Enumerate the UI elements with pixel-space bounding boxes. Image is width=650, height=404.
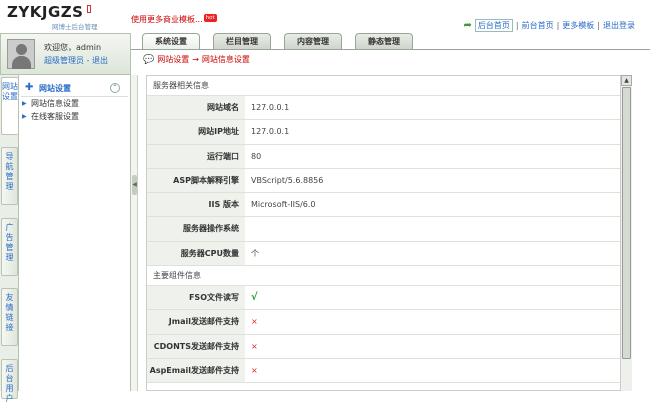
tab-system-settings[interactable]: 系统设置	[142, 33, 200, 50]
triangle-right-icon: ▶	[22, 113, 27, 120]
welcome-text: 欢迎您，admin	[44, 43, 102, 52]
avatar-body-icon	[12, 56, 31, 69]
header: ZYKJGZS 网博士后台管理 使用更多商业模板... hot ➦ 后台首页 | …	[0, 0, 650, 33]
row-label: 运行端口	[147, 144, 245, 168]
logout-link[interactable]: 退出	[92, 56, 108, 65]
separator: |	[515, 21, 519, 30]
table-row: ASP脚本解释引擎 VBScript/5.6.8856	[147, 168, 627, 194]
link-more-templates[interactable]: 更多模板	[562, 20, 594, 31]
row-value: VBScript/5.6.8856	[251, 175, 324, 185]
link-front-home[interactable]: 前台首页	[522, 20, 554, 31]
info-table: 服务器相关信息 网站域名 127.0.0.1 网站IP地址 127.0.0.1 运行…	[146, 75, 628, 391]
link-logout[interactable]: 退出登录	[603, 20, 635, 31]
nav-item-label: 在线客服设置	[31, 112, 79, 121]
table-row: CDONTS发送邮件支持 ×	[147, 334, 627, 359]
separator: |	[597, 21, 600, 30]
nav-item-online-service[interactable]: ▶ 在线客服设置	[19, 110, 130, 123]
row-value: Microsoft-IIS/6.0	[251, 200, 316, 210]
promo-link[interactable]: 使用更多商业模板... hot	[131, 14, 217, 25]
cross-icon: ×	[251, 317, 258, 327]
splitter-grip-icon[interactable]: ◀	[132, 175, 137, 195]
breadcrumb-second: 网站信息设置	[201, 55, 250, 64]
side-tab-ad-management[interactable]: 广告管理	[1, 218, 18, 276]
main-area: 💬 网站设置 → 网站信息设置 服务器相关信息 网站域名 127.0.0.1 网站…	[138, 50, 650, 391]
table-row: 运行端口 80	[147, 144, 627, 169]
section-components-title: 主要组件信息	[147, 266, 627, 287]
logo-subtitle: 网博士后台管理	[52, 23, 98, 31]
row-value: 127.0.0.1	[251, 103, 290, 112]
row-label: 网站IP地址	[147, 120, 245, 144]
table-row: IIS 版本 Microsoft-IIS/6.0	[147, 193, 627, 218]
user-role-line: 超级管理员 - 退出	[44, 56, 108, 65]
side-tab-site-settings[interactable]: 网站设置	[1, 77, 18, 135]
row-value: 个	[251, 248, 259, 258]
row-label: CDONTS发送邮件支持	[147, 334, 245, 358]
nav-header[interactable]: ✚ 网站设置 ⌃	[21, 81, 128, 97]
plus-icon: ✚	[25, 82, 34, 93]
logo: ZYKJGZS	[7, 3, 92, 21]
row-label: AspEmail发送邮件支持	[147, 358, 245, 383]
nav-item-label: 网站信息设置	[31, 99, 79, 108]
table-row: 网站域名 127.0.0.1	[147, 96, 627, 121]
separator: |	[556, 21, 560, 30]
hot-badge: hot	[203, 14, 217, 22]
promo-text[interactable]: 使用更多商业模板...	[131, 15, 203, 24]
nav-title: 网站设置	[39, 84, 71, 93]
side-tab-admin-users[interactable]: 后台用户	[1, 359, 18, 403]
cross-icon: ×	[251, 341, 258, 351]
breadcrumb-first[interactable]: 网站设置	[157, 54, 189, 65]
tab-content-management[interactable]: 内容管理	[284, 33, 342, 49]
main-tabs: 系统设置 栏目管理 内容管理 静态管理	[142, 33, 426, 50]
nav-item-site-info[interactable]: ▶ 网站信息设置	[19, 97, 130, 110]
logo-text: ZYKJGZS	[7, 3, 84, 21]
scrollbar[interactable]: ▲	[620, 75, 632, 391]
scroll-thumb[interactable]	[622, 87, 631, 359]
breadcrumb-arrow: →	[192, 55, 199, 64]
table-row: AspEmail发送邮件支持 ×	[147, 358, 627, 384]
logo-mark-icon	[87, 5, 92, 13]
link-admin-home[interactable]: 后台首页	[474, 19, 513, 32]
check-icon: √	[251, 292, 258, 304]
avatar	[7, 39, 35, 69]
cross-icon: ×	[251, 365, 258, 375]
row-label: Jmail发送邮件支持	[147, 310, 245, 334]
triangle-right-icon: ▶	[22, 100, 27, 107]
table-row: 网站IP地址 127.0.0.1	[147, 120, 627, 145]
top-links: ➦ 后台首页 | 前台首页 | 更多模板 | 退出登录	[463, 19, 635, 32]
row-value: 80	[251, 151, 262, 161]
speech-bubble-icon: 💬	[143, 54, 155, 65]
table-row: FSO文件读写 √	[147, 286, 627, 311]
section-server-title: 服务器相关信息	[147, 76, 627, 96]
home-arrow-icon: ➦	[463, 20, 472, 31]
user-panel: 欢迎您，admin 超级管理员 - 退出	[0, 33, 131, 75]
breadcrumb: 💬 网站设置 → 网站信息设置	[143, 54, 250, 65]
row-label: 服务器操作系统	[147, 217, 245, 241]
side-tabs: 网站设置 导航管理 广告管理 友情链接 后台用户	[0, 75, 19, 403]
row-label: IIS 版本	[147, 193, 245, 217]
row-label: FSO文件读写	[147, 286, 245, 310]
avatar-head-icon	[16, 44, 27, 55]
table-row: Jmail发送邮件支持 ×	[147, 310, 627, 335]
scroll-up-arrow-icon[interactable]: ▲	[621, 75, 632, 86]
panel-splitter[interactable]: ◀	[131, 75, 138, 391]
row-label: ASP脚本解释引擎	[147, 168, 245, 193]
side-tab-friend-links[interactable]: 友情链接	[1, 288, 18, 346]
row-label: 服务器CPU数量	[147, 241, 245, 266]
row-value	[245, 217, 627, 240]
table-row: 服务器CPU数量个	[147, 241, 627, 267]
nav-tree: ✚ 网站设置 ⌃ ▶ 网站信息设置 ▶ 在线客服设置	[19, 75, 131, 391]
table-row: 服务器操作系统	[147, 217, 627, 242]
tab-column-management[interactable]: 栏目管理	[213, 33, 271, 49]
side-tab-nav-management[interactable]: 导航管理	[1, 147, 18, 205]
tab-static-management[interactable]: 静态管理	[355, 33, 413, 49]
user-role[interactable]: 超级管理员	[44, 56, 84, 65]
row-label: 网站域名	[147, 96, 245, 120]
row-value: 127.0.0.1	[251, 127, 290, 137]
collapse-icon[interactable]: ⌃	[110, 83, 120, 93]
